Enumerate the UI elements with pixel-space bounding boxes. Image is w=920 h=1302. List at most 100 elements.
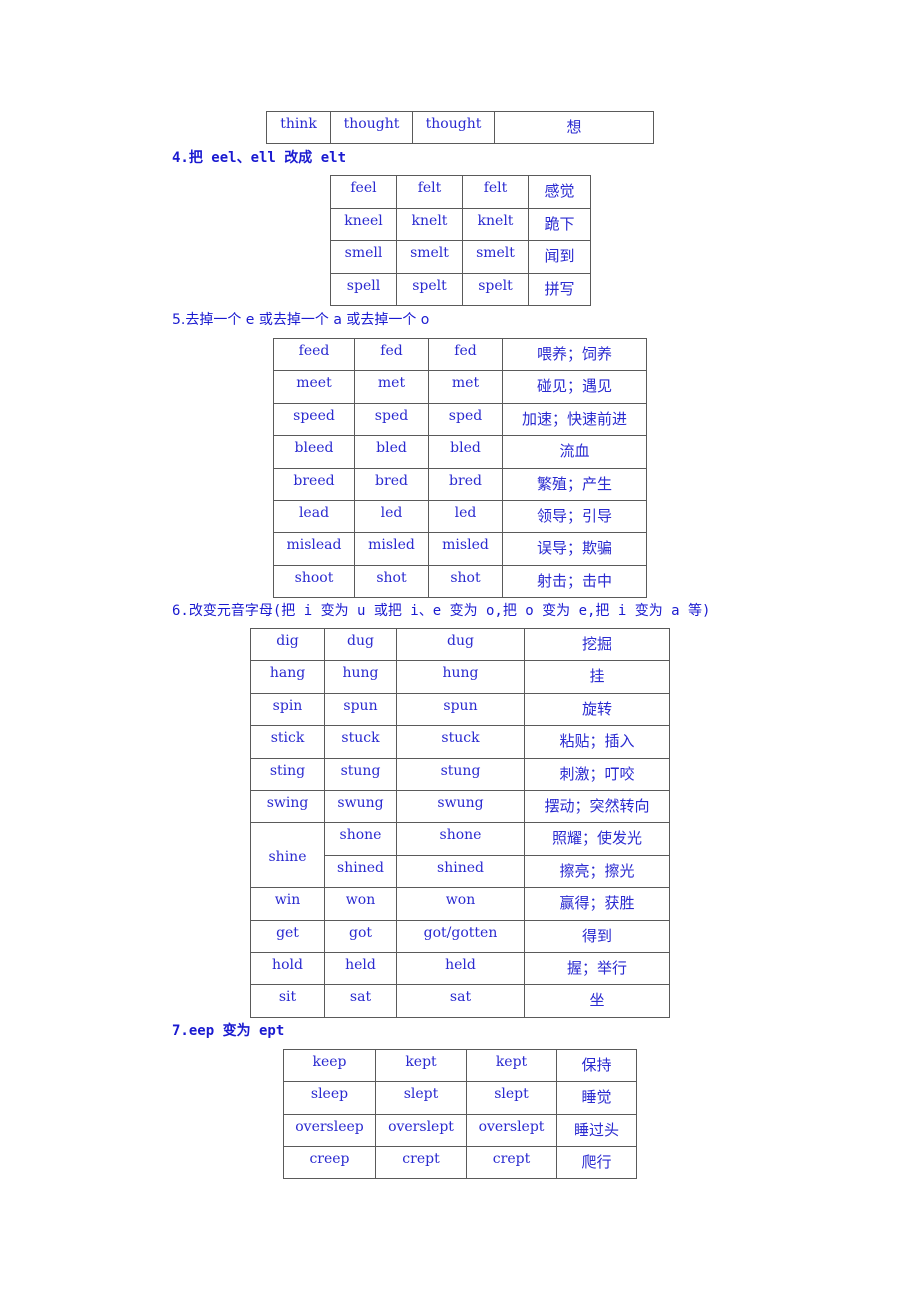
past-participle: spun [396,692,525,727]
past-participle: led [428,499,503,534]
past-tense: bled [354,435,429,469]
table-row: kneel knelt knelt 跪下 [330,207,591,241]
base-form: speed [273,402,355,437]
past-tense: misled [354,532,429,566]
base-form: sting [250,757,325,791]
table-row: keep kept kept 保持 [283,1048,637,1083]
table-row: spin spun spun 旋转 [250,692,670,727]
past-tense: slept [375,1081,467,1115]
past-tense: shined [324,854,397,889]
table-row: dig dug dug 挖掘 [250,627,670,662]
meaning: 感觉 [528,175,591,209]
base-form: spell [330,272,397,306]
base-form: kneel [330,207,397,241]
table-row: oversleep overslept overslept 睡过头 [283,1113,637,1147]
past-tense: overslept [375,1113,467,1147]
table-row: meet met met 碰见；遇见 [273,370,647,404]
past-tense: stuck [324,725,397,759]
past-participle: swung [396,789,525,824]
base-form: feel [330,175,397,209]
base-form: get [250,919,325,953]
table-row: spell spelt spelt 拼写 [330,272,591,306]
past-participle: sped [428,402,503,437]
table-row: smell smelt smelt 闻到 [330,240,591,274]
table-row: win won won 赢得；获胜 [250,887,670,921]
past-participle: stung [396,757,525,791]
meaning: 领导；引导 [502,499,647,534]
past-participle: overslept [466,1113,557,1147]
meaning: 睡觉 [556,1081,637,1115]
table-row: stick stuck stuck 粘贴；插入 [250,725,670,759]
past-participle: slept [466,1081,557,1115]
verb-table-think: think thought thought 想 [266,111,654,144]
past-tense: met [354,370,429,404]
base-form: shoot [273,564,355,599]
past-participle: misled [428,532,503,566]
past-tense: spun [324,692,397,727]
table-row: get got got/gotten 得到 [250,919,670,953]
base-form: stick [250,725,325,759]
past-participle: shone [396,822,525,856]
base-form: meet [273,370,355,404]
table-row: hang hung hung 挂 [250,660,670,694]
past-tense: knelt [396,207,463,241]
base-form: oversleep [283,1113,376,1147]
verb-table-section-5: feed fed fed 喂养；饲养 meet met met 碰见；遇见 speed sped s… [273,337,647,599]
table-row: shoot shot shot 射击；击中 [273,564,647,599]
base-form: lead [273,499,355,534]
past-participle: met [428,370,503,404]
past-tense: sped [354,402,429,437]
meaning: 粘贴；插入 [524,725,670,759]
table-row: think thought thought 想 [266,111,654,144]
meaning: 爬行 [556,1145,637,1180]
meaning: 睡过头 [556,1113,637,1147]
past-participle: won [396,887,525,921]
meaning: 挖掘 [524,627,670,662]
past-participle: hung [396,660,525,694]
past-participle: sat [396,984,525,1018]
table-row: swing swung swung 摆动；突然转向 [250,789,670,824]
meaning: 闻到 [528,240,591,274]
past-tense: kept [375,1048,467,1083]
past-tense: felt [396,175,463,209]
table-row: feel felt felt 感觉 [330,175,591,209]
past-tense: fed [354,337,429,372]
verb-table-section-7: keep kept kept 保持 sleep slept slept 睡觉 oversleep… [283,1048,637,1180]
past-tense: hung [324,660,397,694]
base-form: think [266,111,331,144]
past-participle: fed [428,337,503,372]
table-row: speed sped sped 加速；快速前进 [273,402,647,437]
base-form: win [250,887,325,921]
table-row: sit sat sat 坐 [250,984,670,1018]
verb-table-section-4: feel felt felt 感觉 kneel knelt knelt 跪下 smell smel… [330,175,591,306]
past-participle: thought [412,111,495,144]
section-7-heading: 7.eep 变为 ept [172,1023,285,1039]
past-participle: knelt [462,207,529,241]
past-participle: bled [428,435,503,469]
meaning: 保持 [556,1048,637,1083]
past-tense: shot [354,564,429,599]
table-row: hold held held 握；举行 [250,951,670,986]
base-form: breed [273,467,355,501]
past-participle: shot [428,564,503,599]
section-5-heading: 5.去掉一个 e 或去掉一个 a 或去掉一个 o [172,312,430,328]
past-tense: dug [324,627,397,662]
meaning: 挂 [524,660,670,694]
table-row: lead led led 领导；引导 [273,499,647,534]
table-row: feed fed fed 喂养；饲养 [273,337,647,372]
meaning: 碰见；遇见 [502,370,647,404]
past-participle: dug [396,627,525,662]
base-form: smell [330,240,397,274]
base-form: swing [250,789,325,824]
table-row: mislead misled misled 误导；欺骗 [273,532,647,566]
past-tense: held [324,951,397,986]
past-participle: kept [466,1048,557,1083]
base-form: sit [250,984,325,1018]
base-form: hang [250,660,325,694]
table-row: shine shone shone 照耀；使发光 [250,822,670,889]
past-tense: shone [324,822,397,856]
past-tense: sat [324,984,397,1018]
past-participle: bred [428,467,503,501]
past-participle: smelt [462,240,529,274]
base-form: spin [250,692,325,727]
